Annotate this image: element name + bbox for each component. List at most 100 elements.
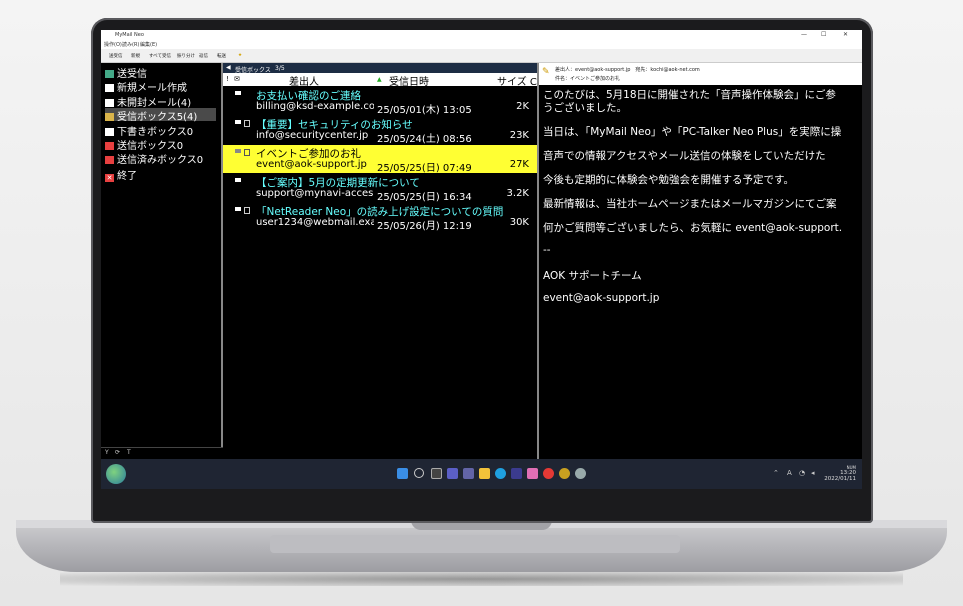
sidebar-item-label: 終了 (117, 171, 137, 182)
column-from[interactable]: 差出人 (289, 73, 319, 88)
body-line: AOK サポートチーム (543, 270, 642, 282)
title-bar: MyMail Neo — ☐ ✕ (101, 30, 862, 40)
opened-envelope-icon (235, 149, 241, 153)
toolbar-forward-button[interactable]: 転送 (217, 53, 226, 59)
sidebar-item-send-receive[interactable]: 送受信 (105, 65, 147, 80)
column-date[interactable]: 受信日時 (389, 73, 429, 88)
column-size[interactable]: サイズ C (497, 73, 537, 88)
sidebar-item-new-mail[interactable]: 新規メール作成 (105, 79, 187, 94)
message-size: 2K (516, 101, 529, 112)
message-size: 27K (509, 159, 529, 170)
menu-edit[interactable]: 編集(E) (140, 41, 157, 48)
message-date: 25/05/25(日) 16:34 (377, 192, 472, 203)
back-icon[interactable]: ◀ (226, 64, 231, 71)
toolbar-star-icon[interactable]: ★ (238, 53, 242, 58)
sync-icon[interactable]: ⟳ (115, 449, 120, 456)
task-view-icon[interactable] (431, 468, 442, 479)
message-row[interactable]: お支払い確認のご連絡 billing@ksd-example.com 25/05… (223, 87, 537, 116)
body-line: 最新情報は、当社ホームページまたはメールマガジンにてご案 (543, 198, 837, 210)
sidebar-item-exit[interactable]: ✕ 終了 (105, 167, 137, 182)
toolbar: 送受信 新規 すべて受信 振り分け 返信 転送 ★ (101, 49, 862, 63)
attachment-icon (244, 120, 250, 127)
menu-operation[interactable]: 操作(O) (104, 41, 122, 48)
sidebar-item-unread[interactable]: 未開封メール(4) (105, 94, 191, 109)
menu-read[interactable]: 読み(R) (122, 41, 139, 48)
text-icon[interactable]: T (127, 449, 131, 456)
message-from: billing@ksd-example.com (256, 101, 374, 112)
touchpad (270, 535, 680, 553)
send-receive-icon (105, 70, 114, 78)
message-position: 3/5 (275, 65, 285, 72)
body-line: 今後も定期的に体験会や勉強会を開催する予定です。 (543, 174, 794, 186)
attachment-icon (244, 149, 250, 156)
unread-mail-icon (105, 99, 114, 107)
settings-gear-icon[interactable] (575, 468, 586, 479)
chat-icon[interactable] (463, 468, 474, 479)
sort-asc-icon: ▲ (377, 76, 382, 83)
message-row-selected[interactable]: イベントご参加のお礼 event@aok-support.jp 25/05/25… (223, 145, 537, 174)
header-subject: 件名：イベントご参加のお礼 (555, 76, 621, 82)
minimize-icon[interactable]: — (801, 31, 807, 38)
widgets-icon[interactable] (447, 468, 458, 479)
drafts-icon (105, 128, 114, 136)
envelope-icon (235, 91, 241, 95)
mail-app-icon[interactable] (527, 468, 538, 479)
envelope-icon (235, 207, 241, 211)
message-list: ◀ 受信ボックス 3/5 ! ✉ 差出人 ▲ 受信日時 サイズ C お支払い確認… (223, 63, 539, 459)
clock[interactable]: NUM 13:20 2022/01/11 (824, 465, 856, 482)
sidebar-item-inbox[interactable]: 受信ボックス5(4) (105, 108, 216, 123)
header-from-to: 差出人：event@aok-support.jp 宛先：kochi@aok-ne… (555, 67, 700, 73)
new-mail-icon (105, 84, 114, 92)
exit-icon: ✕ (105, 174, 114, 182)
network-icon[interactable]: ◔ (799, 469, 805, 477)
attachment-icon (244, 207, 250, 214)
toolbar-sort-button[interactable]: 振り分け (177, 53, 195, 59)
flag-column-icon[interactable]: ! (226, 75, 229, 83)
message-row[interactable]: 「NetReader Neo」の読み上げ設定についての質問 user1234@w… (223, 203, 537, 232)
sidebar-item-label: 新規メール作成 (117, 83, 187, 94)
tray-chevron-icon[interactable]: ⌃ (773, 469, 779, 477)
store-icon[interactable] (511, 468, 522, 479)
sidebar-item-sent[interactable]: 送信済みボックス0 (105, 151, 204, 166)
envelope-icon (235, 178, 241, 182)
body-line: 音声での情報アクセスやメール送信の体験をしていただけた (543, 150, 826, 162)
input-language[interactable]: A (787, 469, 792, 477)
toolbar-new-button[interactable]: 新規 (131, 53, 140, 59)
toolbar-send-receive-button[interactable]: 送受信 (109, 53, 123, 59)
toolbar-reply-button[interactable]: 返信 (199, 53, 208, 59)
mymail-icon[interactable] (543, 468, 554, 479)
edge-icon[interactable] (495, 468, 506, 479)
message-date: 25/05/26(月) 12:19 (377, 221, 472, 232)
close-icon[interactable]: ✕ (843, 31, 848, 38)
envelope-icon (235, 120, 241, 124)
maximize-icon[interactable]: ☐ (821, 31, 826, 38)
message-from: info@securitycenter.jp (256, 130, 369, 141)
toolbar-receive-all-button[interactable]: すべて受信 (149, 53, 171, 59)
message-row[interactable]: 【重要】セキュリティのお知らせ info@securitycenter.jp 2… (223, 116, 537, 145)
screen: MyMail Neo — ☐ ✕ 操作(O) 読み(R) 編集(E) 送受信 新… (101, 30, 862, 489)
filter-icon[interactable]: Y (105, 449, 109, 456)
start-icon[interactable] (397, 468, 408, 479)
sidebar-item-outbox[interactable]: 送信ボックス0 (105, 137, 183, 152)
list-header: ◀ 受信ボックス 3/5 (223, 63, 537, 74)
weather-icon[interactable] (106, 464, 126, 484)
pc-talker-icon[interactable] (559, 468, 570, 479)
body-line: 何かご質問等ございましたら、お気軽に event@aok-support. (543, 222, 843, 234)
column-headers: ! ✉ 差出人 ▲ 受信日時 サイズ C (223, 73, 537, 88)
search-icon[interactable] (414, 468, 424, 478)
mail-column-icon[interactable]: ✉ (234, 75, 240, 83)
message-from: user1234@webmail.exa... (256, 217, 374, 228)
file-explorer-icon[interactable] (479, 468, 490, 479)
sidebar-item-drafts[interactable]: 下書きボックス0 (105, 123, 193, 138)
message-row[interactable]: 【ご案内】5月の定期更新について support@mynavi-acces...… (223, 174, 537, 203)
taskbar: ⌃ A ◔ ◂ NUM 13:20 2022/01/11 (101, 459, 862, 489)
volume-icon[interactable]: ◂ (811, 469, 815, 477)
body-line: event@aok-support.jp (543, 292, 660, 304)
inbox-icon (105, 113, 114, 121)
message-size: 30K (509, 217, 529, 228)
message-size: 3.2K (506, 188, 529, 199)
sidebar-item-label: 受信ボックス5(4) (117, 112, 198, 123)
sidebar: 送受信 新規メール作成 未開封メール(4) 受信ボックス5(4) 下書きボックス… (101, 63, 223, 447)
sidebar-item-label: 送信済みボックス0 (117, 155, 204, 166)
message-header: ✎ 差出人：event@aok-support.jp 宛先：kochi@aok-… (539, 63, 862, 85)
